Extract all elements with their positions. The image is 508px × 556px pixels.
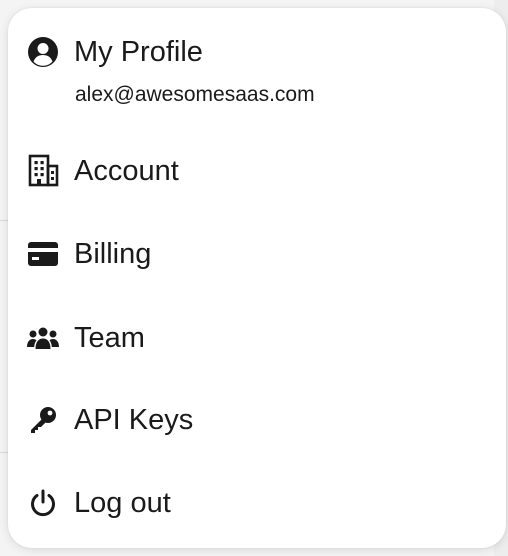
building-icon: [26, 154, 60, 188]
key-icon: [26, 403, 60, 437]
menu-item-billing[interactable]: Billing: [26, 232, 151, 276]
menu-item-label: Billing: [74, 238, 152, 270]
menu-item-label: Account: [74, 155, 179, 187]
power-icon: [26, 486, 60, 520]
menu-item-api-keys[interactable]: API Keys: [26, 398, 193, 442]
menu-item-log-out[interactable]: Log out: [26, 481, 171, 525]
account-dropdown-menu: My Profile alex@awesomesaas.com Account: [8, 8, 506, 548]
menu-item-label: Log out: [74, 487, 171, 519]
user-circle-icon: [26, 35, 60, 69]
menu-item-team[interactable]: Team: [26, 316, 145, 360]
menu-item-label: API Keys: [74, 404, 194, 436]
menu-item-label: Team: [74, 322, 145, 354]
profile-email: alex@awesomesaas.com: [75, 83, 315, 106]
menu-item-my-profile[interactable]: My Profile: [26, 30, 203, 74]
credit-card-icon: [26, 237, 60, 271]
menu-item-label: My Profile: [74, 36, 203, 68]
menu-item-account[interactable]: Account: [26, 149, 179, 193]
users-icon: [26, 321, 60, 355]
